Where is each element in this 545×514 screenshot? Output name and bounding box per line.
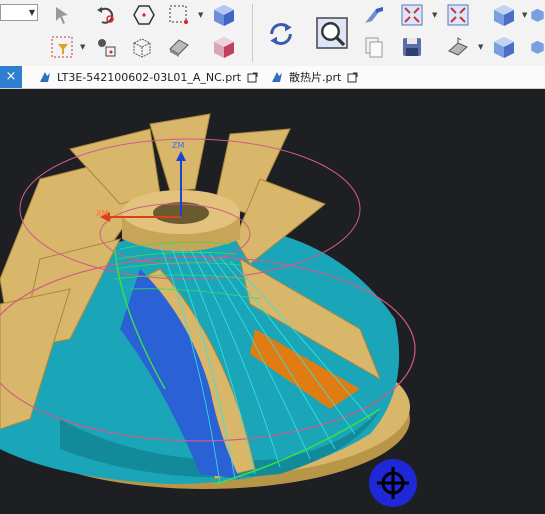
part-navigator-icon[interactable] [360, 34, 388, 60]
chevron-down-icon[interactable]: ▼ [198, 11, 203, 19]
tab-label: 散热片.prt [289, 71, 342, 84]
tab-label: LT3E-542100602-03L01_A_NC.prt [57, 70, 242, 84]
view-cube-icon[interactable] [530, 34, 545, 60]
selection-filter-dropdown[interactable]: ▼ [0, 4, 38, 21]
zoom-window-icon[interactable] [312, 13, 352, 53]
crosshair-icon [377, 467, 409, 499]
view-cube-icon[interactable] [490, 34, 518, 60]
graphics-viewport[interactable]: ZM XM [0, 89, 545, 514]
fit-view-icon[interactable] [398, 2, 426, 28]
rotate-view-icon[interactable] [92, 2, 120, 28]
tab-document-2[interactable]: 散热片.prt [270, 66, 358, 88]
view-navigator-button[interactable] [369, 459, 417, 507]
chevron-down-icon[interactable]: ▼ [432, 11, 437, 19]
shaded-cube-icon[interactable] [210, 34, 238, 60]
filter-arrow-icon[interactable] [50, 2, 78, 28]
face-snap-icon[interactable] [444, 34, 472, 60]
snap-grid-icon[interactable] [92, 34, 120, 60]
wireframe-cube-icon[interactable] [128, 34, 156, 60]
chevron-down-icon: ▼ [28, 8, 35, 17]
external-link-icon[interactable] [347, 72, 358, 83]
refresh-icon[interactable] [262, 17, 300, 51]
axis-z-label: ZM [172, 141, 185, 150]
eraser-icon[interactable] [165, 34, 193, 60]
document-tab-bar: × LT3E-542100602-03L01_A_NC.prt 散热片.prt [0, 66, 545, 89]
tab-document-1[interactable]: LT3E-542100602-03L01_A_NC.prt [38, 66, 258, 88]
chevron-down-icon[interactable]: ▼ [522, 11, 527, 19]
part-file-icon [272, 72, 282, 82]
part-file-icon [40, 72, 50, 82]
close-icon[interactable]: × [0, 66, 22, 88]
solid-cube-icon[interactable] [530, 2, 545, 28]
plane-icon[interactable] [360, 2, 388, 28]
external-link-icon[interactable] [247, 72, 258, 83]
fit-all-icon[interactable] [444, 2, 472, 28]
chevron-down-icon[interactable]: ▼ [478, 43, 483, 51]
toolbar-separator [252, 4, 253, 62]
save-icon[interactable] [398, 34, 426, 60]
axis-x-label: XM [96, 209, 109, 218]
hexagon-point-icon[interactable] [130, 2, 158, 28]
box-select-icon[interactable] [165, 2, 193, 28]
cube-view-icon[interactable] [210, 2, 238, 28]
filter-type-icon[interactable] [48, 34, 76, 60]
ribbon-toolbar: ▼ ▼ ▼ ▼ ▼ ▼ [0, 0, 545, 67]
chevron-down-icon[interactable]: ▼ [80, 43, 85, 51]
solid-cube-icon[interactable] [490, 2, 518, 28]
